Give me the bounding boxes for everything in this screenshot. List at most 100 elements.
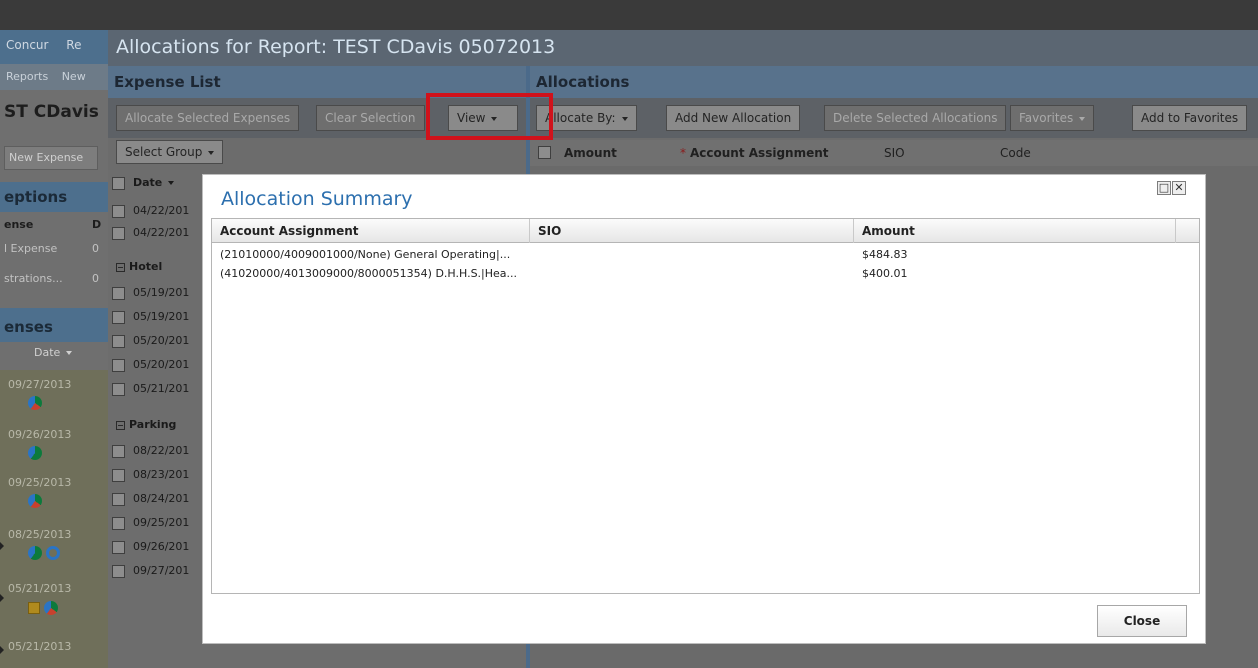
new-expense-button[interactable]: New Expense bbox=[4, 146, 98, 170]
exception-row: strations... 0 bbox=[0, 272, 108, 290]
expense-date: 05/21/201 bbox=[133, 382, 190, 395]
expense-date: 09/26/201 bbox=[133, 540, 190, 553]
col-code[interactable]: Code bbox=[1000, 146, 1031, 160]
expense-date: 09/25/201 bbox=[133, 516, 190, 529]
tab-partial[interactable]: Re bbox=[66, 38, 81, 52]
maximize-icon[interactable]: □ bbox=[1157, 181, 1171, 195]
background-report-panel: Concur Re Reports New ST CDavis New Expe… bbox=[0, 30, 108, 668]
expense-date[interactable]: 05/21/2013 bbox=[8, 582, 71, 595]
expense-row[interactable]: 05/19/201 bbox=[112, 286, 189, 306]
allocations-header: Allocations bbox=[530, 66, 1258, 98]
expense-row[interactable]: 08/24/201 bbox=[112, 492, 189, 512]
allocation-summary-grid: Account Assignment SIO Amount (21010000/… bbox=[211, 218, 1200, 594]
date-column-header[interactable]: Date bbox=[112, 176, 175, 196]
expand-arrow-icon[interactable] bbox=[0, 646, 4, 654]
expense-date[interactable]: 09/25/2013 bbox=[8, 476, 71, 489]
exception-value: 0 bbox=[92, 272, 99, 285]
col-amount[interactable]: Amount bbox=[854, 219, 1176, 243]
row-checkbox[interactable] bbox=[112, 382, 125, 396]
row-checkbox[interactable] bbox=[112, 444, 125, 458]
row-checkbox[interactable] bbox=[112, 204, 125, 218]
expense-row[interactable]: 05/20/201 bbox=[112, 358, 189, 378]
tab-concur[interactable]: Concur bbox=[6, 38, 48, 52]
expense-row[interactable]: 04/22/201 bbox=[112, 226, 189, 246]
expenses-date-column[interactable]: Date bbox=[30, 346, 108, 364]
cell-amount: $400.01 bbox=[862, 267, 908, 280]
add-to-favorites-button[interactable]: Add to Favorites bbox=[1132, 105, 1248, 131]
expense-date: 05/19/201 bbox=[133, 286, 190, 299]
subtab-reports[interactable]: Reports bbox=[6, 70, 48, 83]
col-account-assignment[interactable]: Account Assignment bbox=[212, 219, 530, 243]
chevron-down-icon bbox=[621, 116, 628, 121]
allocation-pie-icon bbox=[28, 494, 42, 508]
expense-row[interactable]: 08/22/201 bbox=[112, 444, 189, 464]
allocate-selected-button[interactable]: Allocate Selected Expenses bbox=[116, 105, 300, 131]
ring-icon bbox=[46, 546, 60, 560]
expense-row[interactable]: 09/26/201 bbox=[112, 540, 189, 560]
expense-date: 05/20/201 bbox=[133, 334, 190, 347]
cell-account: (41020000/4013009000/8000051354) D.H.H.S… bbox=[220, 267, 518, 280]
expense-date[interactable]: 09/27/2013 bbox=[8, 378, 71, 391]
expense-date[interactable]: 09/26/2013 bbox=[8, 428, 71, 441]
exception-value: 0 bbox=[92, 242, 99, 255]
row-checkbox[interactable] bbox=[112, 564, 125, 578]
row-checkbox[interactable] bbox=[112, 540, 125, 554]
row-checkbox[interactable] bbox=[112, 286, 125, 300]
col-sio[interactable]: SIO bbox=[530, 219, 854, 243]
close-button[interactable]: Close bbox=[1097, 605, 1187, 637]
add-new-allocation-button[interactable]: Add New Allocation bbox=[666, 105, 801, 131]
exceptions-col-expense: ense bbox=[4, 218, 34, 231]
top-bar bbox=[0, 0, 1258, 30]
table-row[interactable]: (21010000/4009001000/None) General Opera… bbox=[212, 245, 1199, 264]
allocate-by-label: Allocate By: bbox=[545, 111, 616, 125]
expense-row[interactable]: 08/23/201 bbox=[112, 468, 189, 488]
expense-date[interactable]: 08/25/2013 bbox=[8, 528, 71, 541]
select-all-expenses-checkbox[interactable] bbox=[112, 176, 125, 190]
row-checkbox[interactable] bbox=[112, 492, 125, 506]
date-col-label: Date bbox=[133, 176, 163, 189]
row-checkbox[interactable] bbox=[112, 468, 125, 482]
expense-row[interactable]: 09/27/201 bbox=[112, 564, 189, 584]
col-account-assignment[interactable]: Account Assignment bbox=[690, 146, 829, 160]
expand-arrow-icon[interactable] bbox=[0, 542, 4, 550]
group-label: Hotel bbox=[129, 260, 163, 273]
select-group-dropdown[interactable]: Select Group bbox=[116, 140, 224, 164]
allocations-toolbar: Allocate By: Add New Allocation Delete S… bbox=[530, 98, 1258, 138]
row-checkbox[interactable] bbox=[112, 334, 125, 348]
expense-date: 05/20/201 bbox=[133, 358, 190, 371]
report-title: ST CDavis bbox=[4, 102, 99, 122]
group-hotel[interactable]: Hotel bbox=[116, 260, 162, 278]
subtab-new[interactable]: New bbox=[62, 70, 86, 83]
group-parking[interactable]: Parking bbox=[116, 418, 176, 436]
row-checkbox[interactable] bbox=[112, 310, 125, 324]
delete-selected-allocations-button[interactable]: Delete Selected Allocations bbox=[824, 105, 1007, 131]
col-sio[interactable]: SIO bbox=[884, 146, 905, 160]
group-label: Parking bbox=[129, 418, 177, 431]
expense-row[interactable]: 04/22/201 bbox=[112, 204, 189, 224]
col-amount[interactable]: Amount bbox=[564, 146, 617, 160]
expense-row[interactable]: 05/20/201 bbox=[112, 334, 189, 354]
expense-date[interactable]: 05/21/2013 bbox=[8, 640, 71, 653]
expenses-header: enses bbox=[0, 308, 108, 342]
expand-arrow-icon[interactable] bbox=[0, 594, 4, 602]
row-checkbox[interactable] bbox=[112, 516, 125, 530]
grid-header: Account Assignment SIO Amount bbox=[212, 219, 1199, 243]
collapse-icon[interactable] bbox=[116, 262, 125, 272]
close-icon[interactable]: ✕ bbox=[1172, 181, 1186, 195]
required-marker: * bbox=[680, 146, 686, 160]
allocations-grid-header: Amount * Account Assignment SIO Code bbox=[530, 140, 1258, 166]
exception-label: strations... bbox=[4, 272, 63, 285]
select-all-checkbox[interactable] bbox=[538, 146, 551, 159]
favorites-dropdown[interactable]: Favorites bbox=[1010, 105, 1095, 131]
chevron-down-icon bbox=[208, 150, 215, 155]
expense-date: 08/22/201 bbox=[133, 444, 190, 457]
expense-row[interactable]: 09/25/201 bbox=[112, 516, 189, 536]
exceptions-col-d: D bbox=[92, 218, 102, 231]
clear-selection-button[interactable]: Clear Selection bbox=[316, 105, 425, 131]
expense-row[interactable]: 05/19/201 bbox=[112, 310, 189, 330]
expense-row[interactable]: 05/21/201 bbox=[112, 382, 189, 402]
collapse-icon[interactable] bbox=[116, 420, 125, 430]
table-row[interactable]: (41020000/4013009000/8000051354) D.H.H.S… bbox=[212, 264, 1199, 283]
row-checkbox[interactable] bbox=[112, 226, 125, 240]
row-checkbox[interactable] bbox=[112, 358, 125, 372]
